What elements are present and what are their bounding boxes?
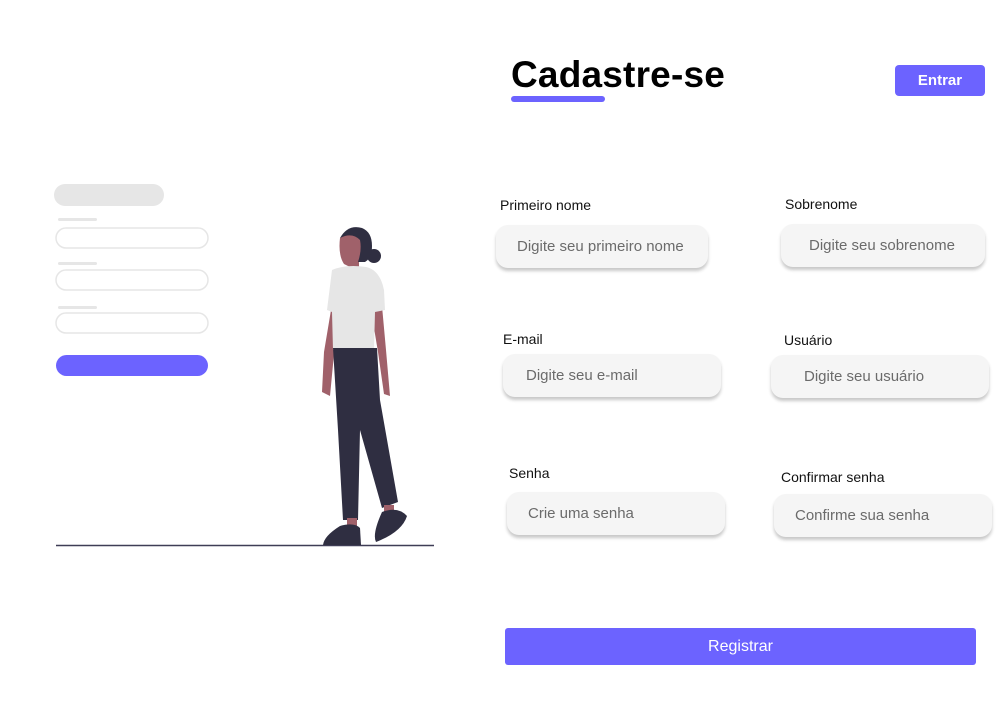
username-input[interactable] <box>771 355 989 398</box>
person-figure <box>322 227 407 545</box>
confirm-password-label: Confirmar senha <box>781 469 885 485</box>
illustration-input-box <box>55 269 209 291</box>
illustration-form-title-bar <box>54 184 164 206</box>
illustration-input-box <box>55 312 209 334</box>
illustration-label-line <box>58 262 97 265</box>
title-underline <box>511 96 605 102</box>
illustration-submit-bar <box>56 355 208 376</box>
first-name-input[interactable] <box>496 225 708 268</box>
confirm-password-input[interactable] <box>774 494 992 537</box>
last-name-label: Sobrenome <box>785 196 858 212</box>
email-label: E-mail <box>503 331 543 347</box>
register-button[interactable]: Registrar <box>505 628 976 665</box>
illustration-label-line <box>58 306 97 309</box>
login-button[interactable]: Entrar <box>895 65 985 96</box>
username-label: Usuário <box>784 332 833 348</box>
page-title: Cadastre-se <box>511 54 726 95</box>
first-name-label: Primeiro nome <box>500 197 592 213</box>
password-input[interactable] <box>507 492 725 535</box>
illustration-input-box <box>55 227 209 249</box>
password-label: Senha <box>509 465 550 481</box>
last-name-input[interactable] <box>781 224 985 267</box>
signup-illustration <box>54 184 434 547</box>
email-input[interactable] <box>503 354 721 397</box>
illustration-label-line <box>58 218 97 221</box>
